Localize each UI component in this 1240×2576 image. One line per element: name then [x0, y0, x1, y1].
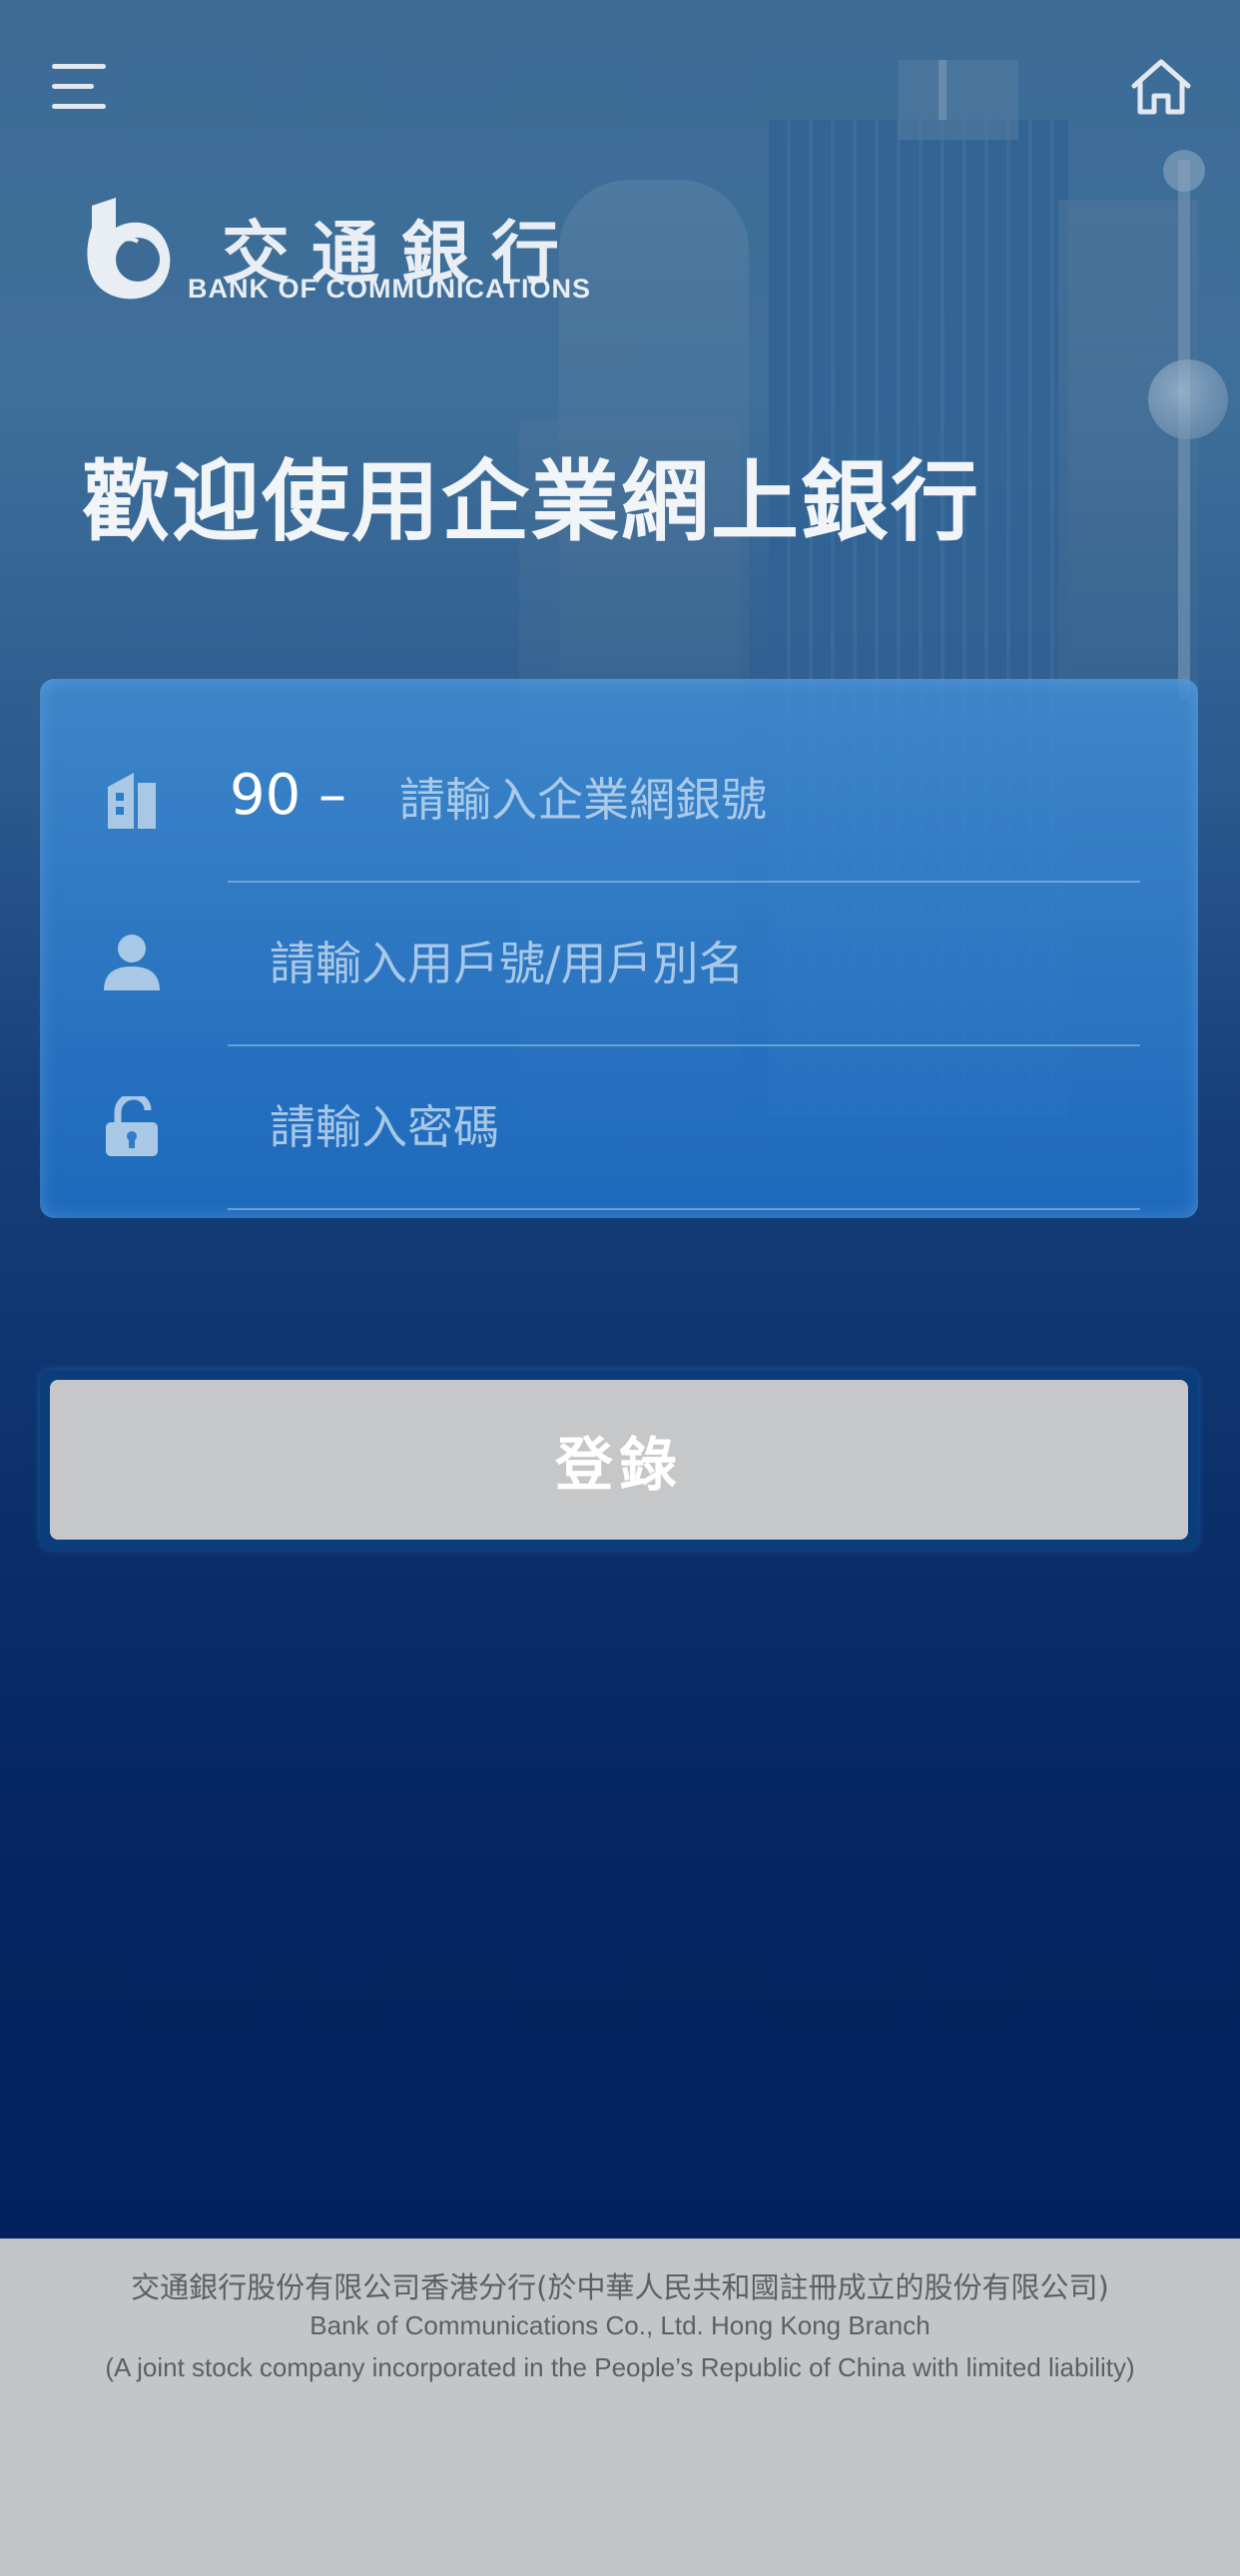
user-id-row — [40, 931, 1198, 1096]
footer-legal-note: (A joint stock company incorporated in t… — [105, 2352, 1135, 2382]
background-tower — [1148, 359, 1228, 439]
login-button-frame: 登錄 — [40, 1370, 1198, 1550]
hamburger-menu-icon[interactable] — [52, 60, 108, 116]
login-screen: 交通銀行 BANK OF COMMUNICATIONS 歡迎使用企業網上銀行 9… — [0, 0, 1240, 2239]
login-form: 90 – — [40, 679, 1198, 1218]
company-id-prefix: 90 – — [230, 763, 347, 828]
home-icon[interactable] — [1128, 56, 1194, 118]
bank-logo: 交通銀行 BANK OF COMMUNICATIONS — [82, 198, 621, 308]
bank-name-english: BANK OF COMMUNICATIONS — [188, 274, 591, 304]
company-id-input[interactable] — [397, 767, 1140, 833]
company-id-row: 90 – — [40, 763, 1198, 933]
input-underline — [228, 881, 1140, 883]
input-underline — [228, 1044, 1140, 1046]
footer-company-name-en: Bank of Communications Co., Ltd. Hong Ko… — [310, 2310, 930, 2340]
user-icon — [104, 935, 160, 990]
page-title: 歡迎使用企業網上銀行 — [82, 450, 981, 553]
lock-icon — [106, 1096, 158, 1156]
password-row — [40, 1094, 1198, 1260]
user-id-input[interactable] — [268, 931, 1140, 996]
password-input[interactable] — [268, 1094, 1140, 1160]
footer: 交通銀行股份有限公司香港分行(於中華人民共和國註冊成立的股份有限公司) Bank… — [0, 2239, 1240, 2576]
login-button[interactable]: 登錄 — [50, 1380, 1188, 1540]
footer-company-name-cn: 交通銀行股份有限公司香港分行(於中華人民共和國註冊成立的股份有限公司) — [131, 2270, 1109, 2304]
background-tower — [1163, 150, 1205, 192]
background-building — [938, 60, 946, 120]
input-underline — [228, 1208, 1140, 1210]
bank-logo-icon — [87, 198, 171, 300]
background-building — [899, 60, 1018, 140]
building-icon — [108, 773, 156, 829]
